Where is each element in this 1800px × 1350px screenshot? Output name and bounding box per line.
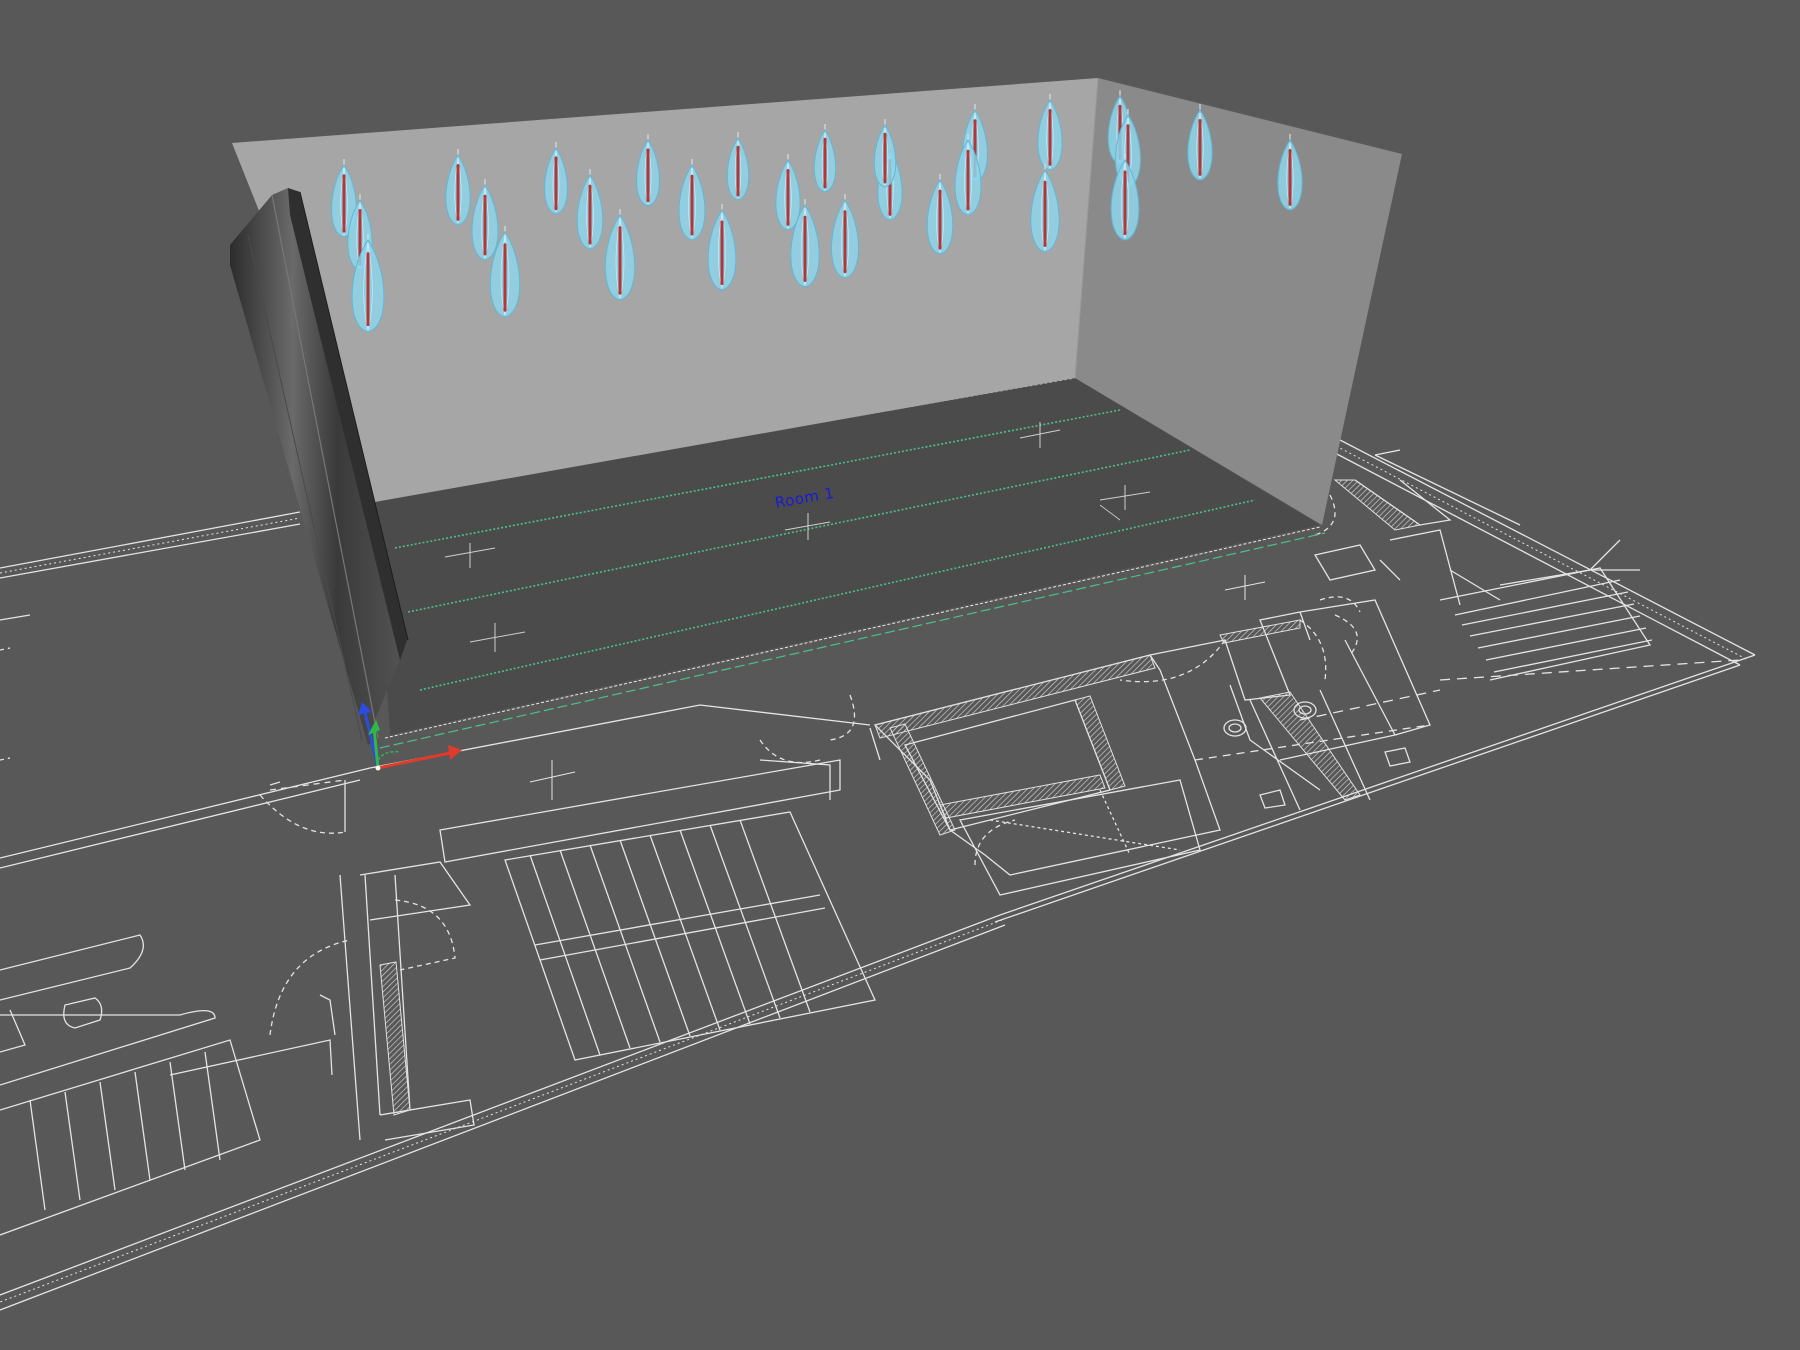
3d-viewport[interactable]: Room 1 (0, 0, 1800, 1350)
